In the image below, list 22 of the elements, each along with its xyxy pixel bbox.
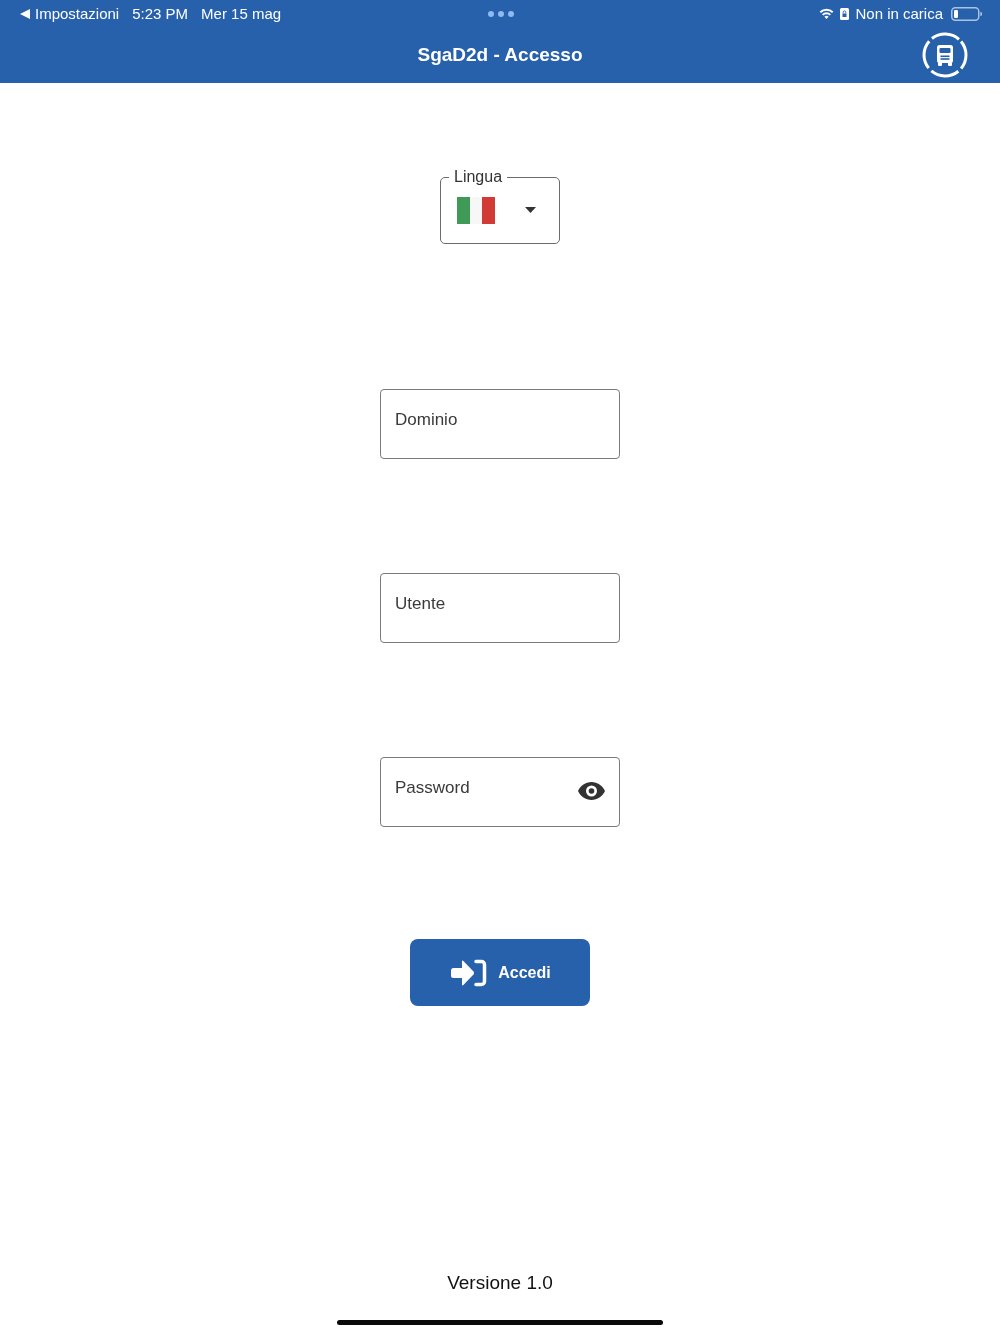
input-field[interactable]: Dominio (380, 389, 620, 459)
version-text: Versione 1.0 (447, 1271, 553, 1295)
page-title: SgaD2d - Accesso (417, 44, 583, 66)
battery-icon (951, 6, 982, 21)
back-icon (20, 8, 30, 19)
input-field[interactable]: Utente (380, 573, 620, 643)
eye-icon[interactable] (578, 782, 605, 800)
back-to-settings-button[interactable]: Impostazioni (20, 5, 120, 22)
language-select[interactable]: Lingua (440, 167, 560, 244)
password-field[interactable]: Password (380, 757, 620, 827)
status-date: Mer 15 mag (201, 5, 282, 22)
caret-icon (525, 207, 536, 213)
login-button[interactable]: Accedi (410, 939, 590, 1006)
more-dots-icon[interactable] (488, 10, 514, 17)
sign-in-icon (451, 958, 488, 987)
battery-status: Non in carica (855, 5, 943, 22)
status-time: 5:23 PM (132, 5, 189, 22)
wifi-icon (819, 8, 835, 19)
lock-icon (840, 7, 850, 20)
italian-flag-icon (457, 196, 495, 224)
truck-icon[interactable] (922, 32, 968, 78)
language-label: Lingua (453, 167, 504, 187)
